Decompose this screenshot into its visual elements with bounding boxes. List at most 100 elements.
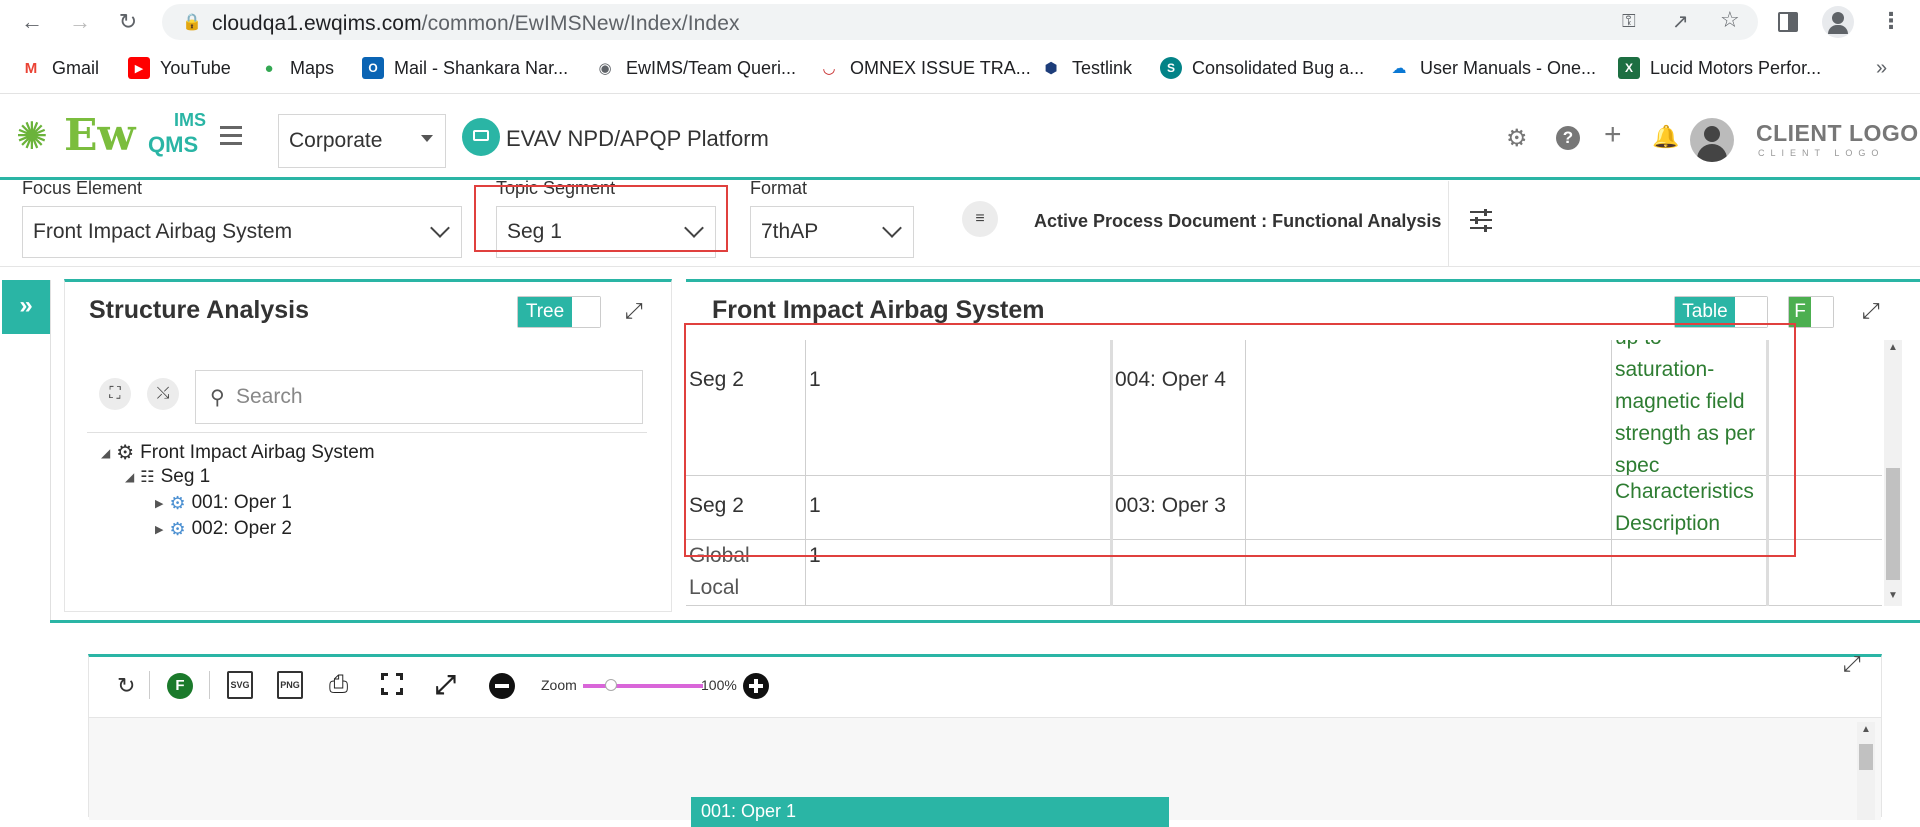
diagram-panel: ↻ F SVG PNG ⎙ ⤢ Zoom 100% ⤢ 001: Oper 1 … (88, 651, 1882, 827)
expand-panel-icon[interactable]: ⤢ (1862, 298, 1880, 324)
app-header: ✺ Ew IMS QMS Corporate EVAV NPD/APQP Pla… (0, 94, 1920, 180)
refresh-icon[interactable]: ↻ (117, 673, 135, 699)
omnex-icon: ◡ (823, 60, 835, 77)
back-icon[interactable]: ← (18, 8, 46, 36)
zoom-in-icon[interactable] (743, 673, 769, 699)
expand-triangle-icon: ▶ (155, 497, 164, 510)
layers-icon[interactable]: ≡ (962, 201, 998, 237)
bookmark-omnex[interactable]: ◡ OMNEX ISSUE TRA... (818, 57, 1030, 79)
bookmark-consolidated[interactable]: S Consolidated Bug a... (1160, 57, 1364, 79)
testlink-icon: ⬢ (1044, 60, 1058, 77)
bookmarks-bar: M Gmail ▶ YouTube ● Maps O Mail - Shankara N… (0, 44, 1920, 94)
bell-icon[interactable]: 🔔 (1652, 124, 1679, 150)
tree-node-root[interactable]: ◢ ⚙ Front Impact Airbag System (101, 440, 375, 465)
bookmarks-more-icon[interactable]: » (1876, 57, 1887, 80)
focus-element-label: Focus Element (22, 178, 143, 198)
scroll-up-icon[interactable]: ▲ (1861, 724, 1871, 735)
diagram-scrollbar[interactable]: ▲ (1857, 722, 1875, 820)
scrollbar-thumb[interactable] (1859, 744, 1873, 770)
scroll-down-icon[interactable]: ▼ (1888, 590, 1898, 601)
detail-title: Front Impact Airbag System (712, 296, 1045, 324)
address-bar[interactable]: 🔒 cloudqa1.ewqims.com/common/EwIMSNew/In… (162, 4, 1758, 40)
zoom-label: Zoom (541, 677, 577, 693)
tree-search-input[interactable]: ⚲ Search (195, 370, 643, 424)
gear-icon[interactable]: ⚙ (1506, 124, 1528, 153)
bookmark-gmail[interactable]: M Gmail (20, 57, 99, 79)
structure-analysis-panel: Structure Analysis Tree ⤢ ⛶ ⤯ ⚲ Search ◢… (64, 279, 672, 612)
key-icon[interactable]: ⚿ (1622, 11, 1636, 32)
chevron-down-icon (430, 218, 450, 238)
tree-node-oper1[interactable]: ▶ ⚙ 001: Oper 1 (155, 492, 292, 514)
bookmark-ewims[interactable]: ◉ EwIMS/Team Queri... (594, 57, 796, 79)
org-select[interactable]: Corporate (278, 114, 446, 168)
gmail-icon: M (24, 59, 38, 77)
diagram-node-oper1[interactable]: 001: Oper 1 (691, 797, 1169, 827)
profile-icon[interactable] (1822, 6, 1854, 38)
star-icon[interactable]: ☆ (1720, 7, 1740, 33)
tree-node-seg1[interactable]: ◢ ☷ Seg 1 (125, 466, 210, 488)
zoom-out-icon[interactable] (489, 673, 515, 699)
tree-toggle[interactable]: Tree (517, 296, 601, 328)
bookmark-user-manuals[interactable]: ☁ User Manuals - One... (1388, 57, 1597, 79)
bookmark-youtube[interactable]: ▶ YouTube (128, 57, 231, 79)
sharepoint-icon: S (1160, 57, 1182, 79)
focus-element-select[interactable]: Front Impact Airbag System (22, 206, 462, 258)
share-icon[interactable]: ↗ (1672, 9, 1689, 34)
outlook-icon: O (362, 57, 384, 79)
help-icon[interactable]: ? (1556, 126, 1580, 150)
print-icon[interactable]: ⎙ (329, 671, 348, 699)
export-svg-icon[interactable]: SVG (227, 671, 253, 699)
tree-node-oper2[interactable]: ▶ ⚙ 002: Oper 2 (155, 518, 292, 540)
client-logo-sub: CLIENT LOGO (1758, 148, 1885, 158)
monitor-icon (462, 118, 500, 156)
expand-triangle-icon: ▶ (155, 523, 164, 536)
plus-icon[interactable]: + (1604, 118, 1622, 152)
f-badge[interactable]: F (167, 673, 193, 699)
gears-icon: ⚙ (116, 442, 135, 464)
forward-icon[interactable]: → (66, 8, 94, 36)
search-placeholder: Search (236, 385, 303, 408)
zoom-value: 100% (701, 677, 737, 693)
scrollbar-thumb[interactable] (1886, 468, 1900, 580)
table-scrollbar[interactable]: ▲ ▼ (1884, 340, 1902, 606)
url-path: /common/EwIMSNew/Index/Index (421, 12, 740, 35)
sidepanel-icon[interactable] (1778, 12, 1798, 32)
youtube-icon: ▶ (128, 57, 150, 79)
expand-panel-icon[interactable]: ⤢ (625, 298, 643, 324)
section-divider (50, 620, 1920, 623)
bookmark-lucid[interactable]: X Lucid Motors Perfor... (1618, 57, 1821, 79)
kebab-menu-icon[interactable]: ⋮ (1880, 8, 1902, 34)
settings-sliders-icon[interactable] (1470, 209, 1494, 232)
divider (209, 671, 210, 699)
fit-screen-icon[interactable] (381, 673, 403, 695)
avatar[interactable] (1690, 118, 1734, 162)
hamburger-icon[interactable] (220, 126, 242, 145)
sun-icon: ✺ (16, 116, 48, 158)
expand-sidebar-icon[interactable]: » (2, 280, 50, 334)
table-highlight (684, 323, 1796, 557)
diagram-canvas[interactable]: 001: Oper 1 ▲ (89, 718, 1881, 827)
maps-pin-icon: ● (264, 59, 274, 77)
bookmark-mail[interactable]: O Mail - Shankara Nar... (362, 57, 568, 79)
expand-all-icon[interactable]: ⛶ (99, 378, 131, 410)
zoom-slider[interactable] (583, 679, 703, 691)
format-select[interactable]: 7thAP (750, 206, 914, 258)
url-domain: cloudqa1.ewqims.com (212, 12, 422, 35)
collapse-all-icon[interactable]: ⤯ (147, 378, 179, 410)
hierarchy-icon: ☷ (140, 469, 155, 486)
caret-down-icon (421, 135, 433, 142)
fullscreen-icon[interactable]: ⤢ (435, 669, 456, 701)
expand-panel-icon[interactable]: ⤢ (1843, 651, 1861, 677)
export-png-icon[interactable]: PNG (277, 671, 303, 699)
active-process-document: Active Process Document : Functional Ana… (1034, 211, 1442, 231)
lock-icon: 🔒 (182, 14, 202, 31)
zoom-slider-thumb[interactable] (604, 679, 617, 691)
ewqims-logo[interactable]: ✺ Ew IMS QMS (16, 110, 206, 164)
client-logo: CLIENT LOGO (1756, 120, 1919, 146)
reload-icon[interactable]: ↻ (114, 8, 142, 36)
operation-icon: ⚙ (169, 492, 186, 513)
scroll-up-icon[interactable]: ▲ (1888, 342, 1898, 353)
bookmark-testlink[interactable]: ⬢ Testlink (1040, 57, 1132, 79)
divider (1448, 181, 1449, 267)
bookmark-maps[interactable]: ● Maps (258, 57, 334, 79)
